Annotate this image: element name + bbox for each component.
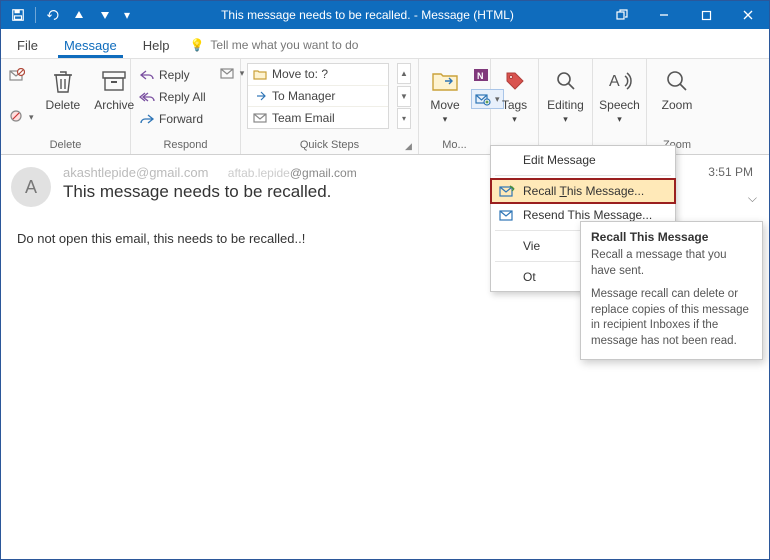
tooltip-line1: Recall a message that you have sent.: [591, 248, 752, 279]
to-address: aftab.lepide@gmail.com: [228, 166, 357, 180]
tooltip-recall: Recall This Message Recall a message tha…: [580, 221, 763, 360]
reply-icon: [139, 67, 155, 83]
menu-separator: [495, 175, 671, 176]
group-quicksteps: Move to: ? To Manager Team Email ▲ ▼ ▾ Q…: [241, 59, 419, 154]
title-bar: ▾ This message needs to be recalled. - M…: [1, 1, 769, 29]
tags-button[interactable]: Tags▾: [495, 63, 535, 127]
popout-icon[interactable]: [601, 1, 643, 29]
move-label: Move▾: [430, 99, 459, 125]
group-zoom: Zoom Zoom: [647, 59, 707, 154]
quicksteps-down[interactable]: ▼: [397, 86, 411, 107]
window-controls: [601, 1, 769, 29]
minimize-button[interactable]: [643, 1, 685, 29]
group-editing: Editing▾: [539, 59, 593, 154]
junk-button[interactable]: ▾: [7, 107, 36, 127]
lightbulb-icon: 💡: [189, 38, 204, 52]
body-text: Do not open this email, this needs to be…: [17, 231, 305, 246]
qat-customize-icon[interactable]: ▾: [120, 4, 134, 26]
quick-access-toolbar: ▾: [1, 4, 134, 26]
from-address: akashtlepide@gmail.com: [63, 165, 208, 180]
archive-icon: [98, 65, 130, 97]
resend-icon: [499, 207, 515, 223]
tab-help[interactable]: Help: [137, 32, 176, 58]
tag-icon: [499, 65, 531, 97]
tab-file[interactable]: File: [11, 32, 44, 58]
prev-icon[interactable]: [68, 4, 90, 26]
ribbon-tabs: File Message Help 💡 Tell me what you wan…: [1, 29, 769, 59]
window-title: This message needs to be recalled. - Mes…: [134, 8, 601, 22]
ignore-icon: [9, 67, 25, 83]
folder-move-icon: [253, 68, 267, 80]
save-icon[interactable]: [7, 4, 29, 26]
menu-recall-message[interactable]: Recall This Message...: [491, 179, 675, 203]
quickstep-moveto[interactable]: Move to: ?: [248, 64, 388, 86]
tooltip-title: Recall This Message: [591, 230, 752, 244]
delete-icon: [47, 65, 79, 97]
quicksteps-up[interactable]: ▲: [397, 63, 411, 84]
zoom-button[interactable]: Zoom: [657, 63, 697, 114]
forward-icon: [139, 111, 155, 127]
delete-label: Delete: [46, 99, 81, 112]
group-label-move: Mo...: [425, 137, 484, 154]
svg-text:N: N: [477, 71, 484, 81]
move-folder-icon: [429, 65, 461, 97]
ignore-button[interactable]: [7, 65, 36, 85]
blank-icon: [499, 269, 515, 285]
zoom-icon: [661, 65, 693, 97]
reply-all-icon: [139, 89, 155, 105]
menu-edit-message[interactable]: Edit Message: [491, 148, 675, 172]
undo-icon[interactable]: [42, 4, 64, 26]
speech-button[interactable]: A Speech▾: [595, 63, 644, 127]
zoom-label: Zoom: [662, 99, 693, 112]
tab-message[interactable]: Message: [58, 32, 123, 58]
forward-small-icon: [253, 90, 267, 102]
group-label-delete: Delete: [7, 137, 124, 154]
received-time: 3:51 PM: [708, 165, 753, 179]
tooltip-line2: Message recall can delete or replace cop…: [591, 287, 752, 349]
more-icon: [220, 65, 236, 81]
mail-small-icon: [253, 112, 267, 124]
move-button[interactable]: Move▾: [425, 63, 465, 127]
expand-header-icon[interactable]: ⌵: [748, 191, 757, 206]
quickstep-teamemail[interactable]: Team Email: [248, 107, 388, 128]
group-move: Move▾ N ▾ Mo...: [419, 59, 491, 154]
reply-button[interactable]: Reply: [137, 65, 208, 85]
recall-icon: [499, 183, 515, 199]
next-icon[interactable]: [94, 4, 116, 26]
blank-icon: [499, 152, 515, 168]
editing-button[interactable]: Editing▾: [543, 63, 588, 127]
ribbon: ▾ Delete Archive Delete Reply Reply All …: [1, 59, 769, 155]
maximize-button[interactable]: [685, 1, 727, 29]
junk-icon: [9, 109, 25, 125]
quicksteps-scroll: ▲ ▼ ▾: [397, 63, 411, 129]
tags-label: Tags▾: [502, 99, 527, 125]
forward-button[interactable]: Forward: [137, 109, 208, 129]
quicksteps-more[interactable]: ▾: [397, 108, 411, 129]
blank-icon: [499, 238, 515, 254]
group-tags: Tags▾: [491, 59, 539, 154]
tell-me-search[interactable]: 💡 Tell me what you want to do: [189, 38, 358, 58]
speech-label: Speech▾: [599, 99, 640, 125]
menu-recall-label: Recall This Message...: [523, 184, 644, 198]
editing-label: Editing▾: [547, 99, 584, 125]
actions-icon: [475, 91, 491, 107]
read-aloud-icon: A: [604, 65, 636, 97]
archive-label: Archive: [94, 99, 134, 112]
group-respond: Reply Reply All Forward ▾ Respond: [131, 59, 241, 154]
onenote-icon: N: [473, 67, 489, 83]
quickstep-tomanager[interactable]: To Manager: [248, 86, 388, 108]
svg-text:A: A: [609, 73, 620, 90]
delete-button[interactable]: Delete: [42, 63, 85, 114]
group-label-respond: Respond: [137, 137, 234, 154]
group-label-quicksteps: Quick Steps: [247, 137, 412, 154]
dialog-launcher-icon[interactable]: ◢: [405, 141, 415, 151]
group-delete: ▾ Delete Archive Delete: [1, 59, 131, 154]
reply-all-button[interactable]: Reply All: [137, 87, 208, 107]
group-speech: A Speech▾: [593, 59, 647, 154]
quicksteps-gallery[interactable]: Move to: ? To Manager Team Email: [247, 63, 389, 129]
avatar: A: [11, 167, 51, 207]
close-button[interactable]: [727, 1, 769, 29]
tell-me-placeholder: Tell me what you want to do: [210, 38, 358, 52]
find-icon: [550, 65, 582, 97]
